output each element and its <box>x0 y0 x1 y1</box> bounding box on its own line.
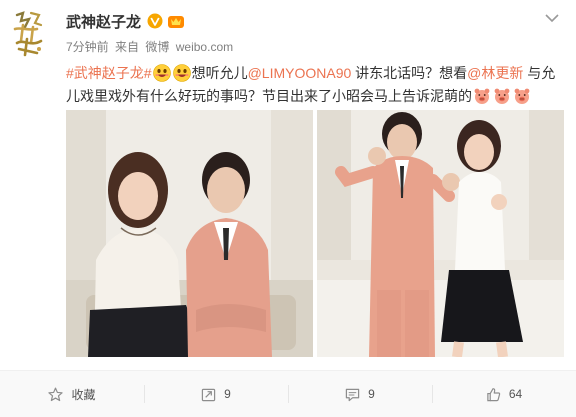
like-button[interactable]: 64 <box>432 371 576 417</box>
hashtag-link[interactable]: #武神赵子龙# <box>66 65 152 81</box>
mention-link-1[interactable]: @LIMYOONA90 <box>248 65 352 81</box>
repost-icon <box>201 387 216 402</box>
grinning-emoji-icon <box>152 64 171 82</box>
post-text-part2: 讲东北话吗？想看 <box>351 65 468 81</box>
repost-button[interactable]: 9 <box>144 371 288 417</box>
weibo-post-card: 武神赵子龙 7分钟前 来自 微博 weibo.com #武神赵子龙# 想听允儿@L… <box>0 0 576 417</box>
thumbs-up-icon <box>486 387 501 402</box>
photo-seated-pair <box>66 110 313 357</box>
member-crown-icon[interactable] <box>167 13 185 29</box>
verified-v-icon <box>147 13 163 29</box>
photo-1[interactable] <box>66 110 313 357</box>
avatar[interactable] <box>8 8 50 60</box>
pig-emoji-icon <box>514 88 530 104</box>
pig-emoji-icon <box>474 88 490 104</box>
post-meta: 7分钟前 来自 微博 weibo.com <box>66 38 536 55</box>
post-text: #武神赵子龙# 想听允儿@LIMYOONA90 讲东北话吗？想看@林更新 与允儿戏… <box>66 62 566 108</box>
post-from-label: 来自 <box>115 40 140 54</box>
post-header: 武神赵子龙 7分钟前 来自 微博 weibo.com <box>66 10 536 55</box>
post-source: 微博 <box>145 40 170 54</box>
favorite-label: 收藏 <box>71 387 96 402</box>
pig-emoji-icon <box>494 88 510 104</box>
name-row: 武神赵子龙 <box>66 10 536 32</box>
star-icon <box>48 387 64 402</box>
action-bar: 收藏 9 9 64 <box>0 370 576 417</box>
like-count: 64 <box>508 387 523 401</box>
photo-grid <box>66 110 566 360</box>
chevron-down-icon[interactable] <box>542 10 562 26</box>
post-site[interactable]: weibo.com <box>176 40 233 54</box>
comment-count: 9 <box>368 387 375 401</box>
favorite-button[interactable]: 收藏 <box>0 371 144 417</box>
calligraphy-logo-icon <box>13 11 43 57</box>
grinning-emoji-icon <box>172 64 191 82</box>
user-name[interactable]: 武神赵子龙 <box>66 11 141 32</box>
post-time[interactable]: 7分钟前 <box>66 40 109 54</box>
photo-fighting-pose <box>317 110 564 357</box>
comment-icon <box>345 387 360 402</box>
post-text-part1: 想听允儿 <box>191 65 248 81</box>
photo-2[interactable] <box>317 110 564 357</box>
comment-button[interactable]: 9 <box>288 371 432 417</box>
repost-count: 9 <box>224 387 231 401</box>
mention-link-2[interactable]: @林更新 <box>467 65 523 81</box>
